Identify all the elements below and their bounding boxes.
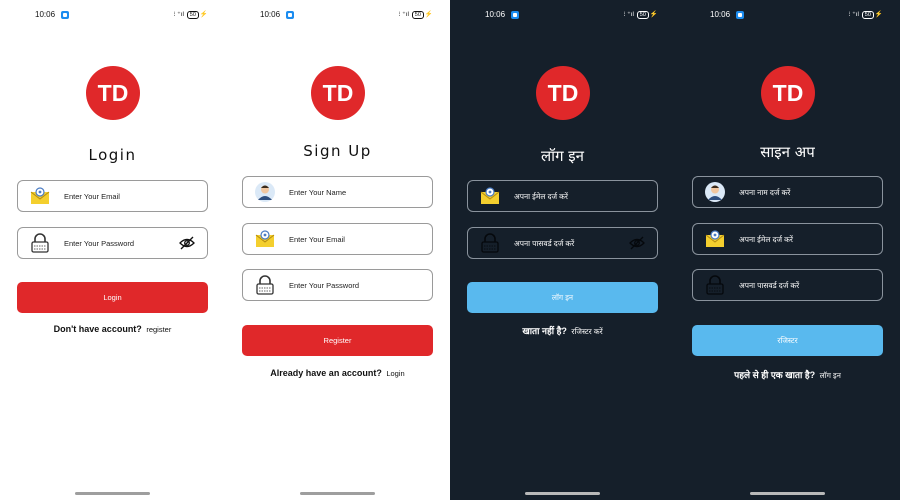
footer-question: खाता नहीं है? <box>522 326 567 336</box>
register-button[interactable]: रजिस्टर <box>692 325 883 356</box>
eye-off-icon[interactable] <box>179 236 195 250</box>
screen-signup-light: 10:06 ⁝ ⁺ıl 50⚡ TD Sign Up Register Alre… <box>225 0 450 500</box>
name-field[interactable] <box>242 176 433 208</box>
register-button[interactable]: Register <box>242 325 433 356</box>
lock-icon <box>481 233 499 253</box>
email-field[interactable] <box>467 180 658 212</box>
battery-icon: 50 <box>636 11 649 19</box>
eye-off-icon[interactable] <box>629 236 645 250</box>
password-input[interactable] <box>514 235 624 251</box>
screen-login-dark: 10:06 ⁝ ⁺ıl 50⚡ TD लॉग इन लॉग इन खाता नह… <box>450 0 675 500</box>
status-bar: 10:06 ⁝ ⁺ıl 50 ⚡ <box>675 9 900 21</box>
screen-signup-dark: 10:06 ⁝ ⁺ıl 50⚡ TD साइन अप रजिस्टर पहले … <box>675 0 900 500</box>
footer-question: Don't have account? <box>53 324 142 334</box>
email-input[interactable] <box>64 188 174 204</box>
home-indicator[interactable] <box>750 492 825 495</box>
password-field[interactable] <box>692 269 883 301</box>
lock-icon <box>706 275 724 295</box>
email-icon <box>705 230 725 247</box>
name-input[interactable] <box>289 184 399 200</box>
password-input[interactable] <box>289 277 399 293</box>
home-indicator[interactable] <box>75 492 150 495</box>
register-link[interactable]: रजिस्टर करें <box>571 327 602 336</box>
logo-text: TD <box>548 80 579 106</box>
status-time: 10:06 <box>260 10 281 19</box>
page-title: Sign Up <box>303 142 372 160</box>
status-indicators: ⁝ ⁺ıl 50 ⚡ <box>623 11 658 19</box>
footer-question: पहले से ही एक खाता है? <box>734 370 816 380</box>
app-logo: TD <box>536 66 590 120</box>
status-indicators: ⁝ ⁺ıl 50 ⚡ <box>848 11 883 19</box>
email-icon <box>30 187 50 204</box>
notification-icon <box>61 11 69 19</box>
status-bar: 10:06 ⁝ ⁺ıl 50 ⚡ <box>225 9 450 21</box>
page-title: साइन अप <box>760 143 815 161</box>
login-link[interactable]: लॉग इन <box>820 371 841 380</box>
page-title: Login <box>88 146 137 164</box>
battery-icon: 50 <box>186 11 199 19</box>
battery-icon: 50 <box>861 11 874 19</box>
email-field[interactable] <box>692 223 883 255</box>
footer-prompt: Don't have account? register <box>0 324 225 334</box>
battery-icon: 50 <box>411 11 424 19</box>
footer-question: Already have an account? <box>270 368 382 378</box>
status-time: 10:06 <box>35 10 56 19</box>
screen-login-light: 10:06 ⁝ ⁺ıl 50⚡ TD Login Login Don't hav… <box>0 0 225 500</box>
password-field[interactable] <box>242 269 433 301</box>
email-icon <box>255 230 275 247</box>
status-time: 10:06 <box>485 10 506 19</box>
page-title: लॉग इन <box>541 147 584 165</box>
status-bar: 10:06 ⁝ ⁺ıl 50 ⚡ <box>0 9 225 21</box>
status-bar: 10:06 ⁝ ⁺ıl 50 ⚡ <box>450 9 675 21</box>
password-field[interactable] <box>17 227 208 259</box>
password-input[interactable] <box>64 235 174 251</box>
user-icon <box>255 182 275 202</box>
email-field[interactable] <box>17 180 208 212</box>
footer-prompt: Already have an account? Login <box>225 368 450 378</box>
login-button[interactable]: Login <box>17 282 208 313</box>
status-indicators: ⁝ ⁺ıl 50 ⚡ <box>398 11 433 19</box>
lock-icon <box>256 275 274 295</box>
password-field[interactable] <box>467 227 658 259</box>
footer-prompt: पहले से ही एक खाता है? लॉग इन <box>675 368 900 381</box>
home-indicator[interactable] <box>525 492 600 495</box>
password-input[interactable] <box>739 277 849 293</box>
notification-icon <box>736 11 744 19</box>
logo-text: TD <box>98 80 129 106</box>
status-indicators: ⁝ ⁺ıl 50 ⚡ <box>173 11 208 19</box>
name-input[interactable] <box>739 184 849 200</box>
login-link[interactable]: Login <box>386 369 404 378</box>
email-input[interactable] <box>289 231 399 247</box>
footer-prompt: खाता नहीं है? रजिस्टर करें <box>450 324 675 337</box>
logo-text: TD <box>323 80 354 106</box>
app-logo: TD <box>86 66 140 120</box>
login-button[interactable]: लॉग इन <box>467 282 658 313</box>
user-icon <box>705 182 725 202</box>
name-field[interactable] <box>692 176 883 208</box>
lock-icon <box>31 233 49 253</box>
logo-text: TD <box>773 80 804 106</box>
notification-icon <box>286 11 294 19</box>
email-icon <box>480 187 500 204</box>
email-input[interactable] <box>514 188 624 204</box>
email-field[interactable] <box>242 223 433 255</box>
email-input[interactable] <box>739 231 849 247</box>
app-logo: TD <box>311 66 365 120</box>
status-time: 10:06 <box>710 10 731 19</box>
notification-icon <box>511 11 519 19</box>
app-logo: TD <box>761 66 815 120</box>
home-indicator[interactable] <box>300 492 375 495</box>
register-link[interactable]: register <box>146 325 171 334</box>
